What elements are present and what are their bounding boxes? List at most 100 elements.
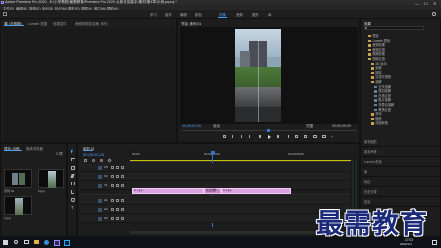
wrench-icon[interactable] (107, 158, 112, 163)
workspace-audio[interactable]: 音频 (236, 12, 243, 17)
quality-dropdown[interactable]: 完整 (306, 124, 313, 129)
eye-icon[interactable] (121, 166, 124, 169)
project-clip-thumb[interactable] (4, 196, 32, 215)
workspace-editing[interactable]: 编辑 (180, 12, 187, 17)
add-marker-icon[interactable] (100, 159, 103, 162)
workspace-libraries[interactable]: 库 (268, 12, 271, 17)
step-back-icon[interactable] (258, 135, 261, 138)
in-point-icon[interactable] (232, 135, 234, 138)
timeline-timecode[interactable]: 00;00;02;26 (83, 153, 104, 157)
program-timecode[interactable]: 00;00;02;26 (182, 124, 201, 129)
out-point-icon[interactable] (240, 135, 242, 138)
sync-lock-icon[interactable] (116, 199, 119, 202)
eye-icon[interactable] (121, 208, 124, 211)
lock-icon[interactable] (111, 175, 114, 178)
sync-lock-icon[interactable] (116, 175, 119, 178)
lock-icon[interactable] (111, 217, 114, 220)
collapsed-panel-tab[interactable]: 历史记录 (364, 190, 377, 194)
time-ruler[interactable]: 00;00 00;00;04;00 00;00;08;00 (130, 151, 358, 162)
start-icon[interactable] (3, 240, 8, 245)
track-target-toggle[interactable] (98, 198, 102, 203)
tab-media-browser[interactable]: 媒体浏览器 (26, 146, 43, 151)
sync-lock-icon[interactable] (116, 208, 119, 211)
marker-icon[interactable] (223, 135, 226, 138)
go-to-in-icon[interactable] (249, 135, 252, 138)
type-tool-icon[interactable]: T (71, 205, 74, 210)
collapsed-panel-tab[interactable]: 库 (364, 170, 367, 174)
workspace-graphics[interactable]: 图形 (252, 12, 259, 17)
timeline-clip[interactable]: fx 2.jpg (221, 188, 291, 194)
collapsed-panel-tab[interactable]: 基本声音 (364, 150, 377, 154)
play-icon[interactable] (268, 134, 271, 139)
folder-icon[interactable] (34, 240, 39, 244)
selection-tool-icon[interactable] (70, 150, 73, 154)
track-target-toggle[interactable] (98, 216, 102, 221)
add-button-icon[interactable]: + (331, 134, 333, 139)
track-target-toggle[interactable] (98, 207, 102, 212)
effects-tree-item[interactable]: 页面剥落 (371, 120, 388, 125)
tab-audio-clip-mixer[interactable]: 音频剪辑混合器: 序列 (75, 21, 107, 26)
step-forward-icon[interactable] (277, 135, 280, 138)
eye-icon[interactable] (121, 199, 124, 202)
tab-effect-controls[interactable]: 效果控件 (53, 21, 67, 26)
clip-name: 1.jpg (4, 216, 11, 220)
collapsed-panel-tab[interactable]: 标记 (364, 180, 370, 184)
comparison-view-icon[interactable] (322, 135, 326, 138)
track-select-tool-icon[interactable] (70, 158, 75, 161)
track-target-toggle[interactable] (98, 183, 102, 188)
linked-selection-icon[interactable] (92, 159, 95, 162)
eye-icon[interactable] (121, 175, 124, 178)
work-area-bar[interactable] (130, 160, 358, 161)
tab-lumetri-scopes[interactable]: Lumetri 范围 (28, 21, 47, 26)
track-target-toggle[interactable] (98, 165, 102, 170)
source-viewer (3, 28, 175, 141)
tab-program[interactable]: 节目: 序列 01 (181, 21, 201, 26)
lock-icon[interactable] (111, 166, 114, 169)
eye-icon[interactable] (121, 217, 124, 220)
pen-tool-icon[interactable] (71, 190, 74, 194)
project-clip-thumb[interactable] (4, 169, 32, 188)
extract-icon[interactable] (304, 135, 307, 138)
workspace-learning[interactable]: 学习 (150, 12, 157, 17)
track-target-toggle[interactable] (98, 174, 102, 179)
effects-search-input[interactable] (364, 26, 424, 30)
sync-lock-icon[interactable] (116, 184, 119, 187)
search-icon[interactable] (14, 240, 18, 244)
lock-icon[interactable] (111, 199, 114, 202)
hand-tool-icon[interactable] (70, 198, 75, 202)
premiere-icon[interactable] (54, 239, 60, 246)
razor-tool-icon[interactable] (70, 174, 75, 178)
collapsed-panel-tab[interactable]: 基本图形 (364, 140, 377, 144)
panel-divider (361, 196, 441, 197)
browser-icon[interactable] (44, 240, 49, 245)
eye-icon[interactable] (121, 184, 124, 187)
export-frame-icon[interactable] (313, 135, 317, 138)
lift-icon[interactable] (295, 135, 298, 138)
workspace-color[interactable]: 颜色 (195, 12, 202, 17)
timeline-clip[interactable]: fx 1.jpg (132, 188, 204, 194)
snap-icon[interactable] (84, 159, 87, 162)
photoshop-icon[interactable] (64, 239, 70, 246)
sync-lock-icon[interactable] (116, 166, 119, 169)
slip-tool-icon[interactable] (70, 182, 75, 185)
task-view-icon[interactable] (24, 240, 29, 244)
playhead-handle[interactable] (210, 151, 215, 154)
thumb-image (12, 173, 18, 185)
project-tab-underline (4, 150, 22, 151)
search-icon[interactable] (432, 12, 436, 16)
home-icon[interactable] (3, 12, 7, 16)
window-title: Adobe Premiere Pro 2020 - E:\小学教程\最需教育\P… (5, 0, 177, 4)
lock-icon[interactable] (111, 208, 114, 211)
transition-clip[interactable]: 交叉溶解 (204, 188, 221, 194)
fit-dropdown[interactable]: 适合 (213, 124, 220, 129)
thumb-image (19, 173, 25, 185)
sync-lock-icon[interactable] (116, 217, 119, 220)
playhead-marker[interactable] (267, 128, 270, 132)
go-to-out-icon[interactable] (286, 135, 289, 138)
notification-icon[interactable] (432, 240, 437, 245)
collapsed-panel-tab[interactable]: Lumetri 颜色 (364, 160, 382, 164)
project-clip-thumb[interactable] (38, 169, 64, 188)
lock-icon[interactable] (111, 184, 114, 187)
ripple-edit-tool-icon[interactable] (70, 166, 75, 170)
workspace-assembly[interactable]: 组件 (165, 12, 172, 17)
